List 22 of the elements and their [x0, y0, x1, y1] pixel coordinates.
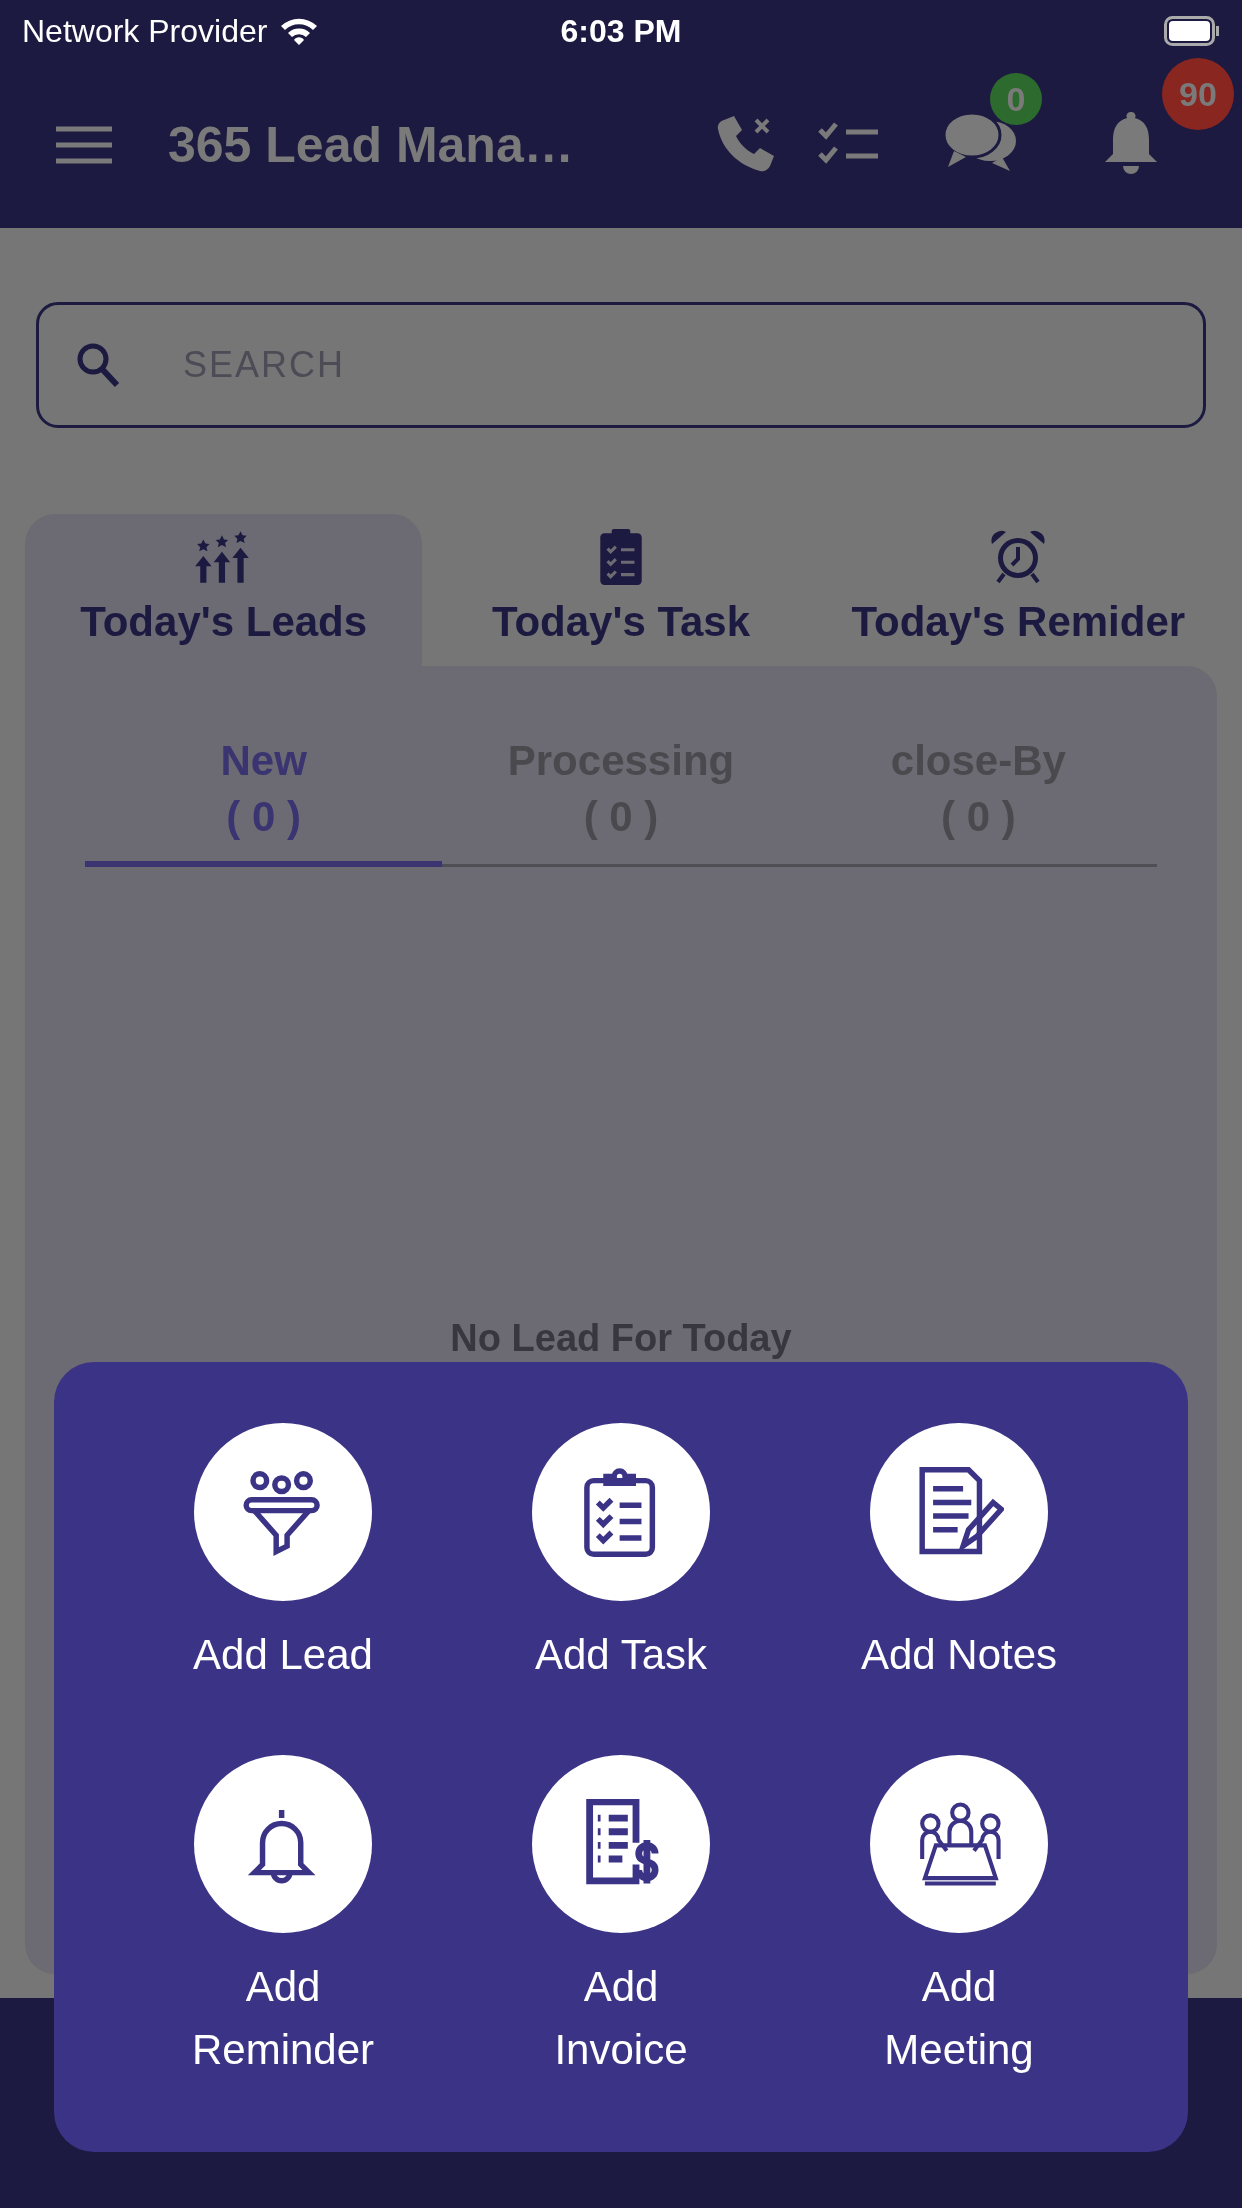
app-title: 365 Lead Mana… [168, 116, 575, 174]
quick-action-button[interactable]: Add Reminder [114, 1754, 452, 2086]
battery-icon [1164, 16, 1220, 46]
count-badge: 0 [990, 73, 1042, 125]
quick-action-button[interactable]: Add Lead [114, 1422, 452, 1754]
clock-time: 6:03 PM [560, 12, 682, 50]
quick-action-button[interactable]: Add Task [452, 1422, 790, 1754]
invoice-icon [586, 1799, 659, 1887]
meeting-icon [920, 1802, 1001, 1886]
count-badge: 90 [1162, 58, 1234, 130]
menu-icon[interactable] [56, 125, 112, 165]
carrier-name: Network Provider [22, 12, 268, 50]
quick-action-button[interactable]: Add Notes [790, 1422, 1128, 1754]
checklist-icon [584, 1468, 656, 1557]
search-icon [76, 342, 120, 388]
tab[interactable]: Today's Task [422, 514, 820, 666]
document-pencil-icon [919, 1467, 1004, 1555]
quick-action-button[interactable]: Add Invoice [452, 1754, 790, 2086]
funnel-icon [243, 1471, 320, 1556]
tab[interactable]: Today's Remider [819, 514, 1217, 666]
wifi-icon [279, 16, 320, 46]
quick-action-button[interactable]: Add Meeting [790, 1754, 1128, 2086]
